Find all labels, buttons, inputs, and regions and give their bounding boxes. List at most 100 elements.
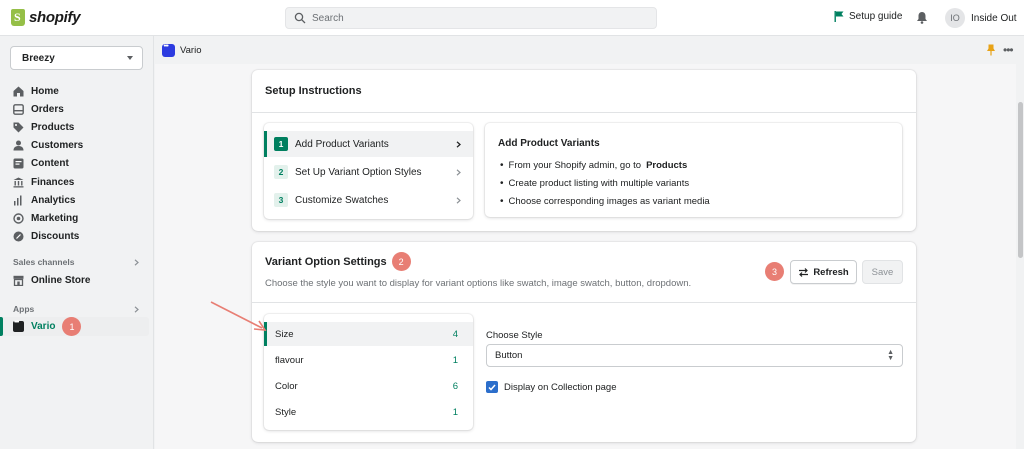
setup-guide-button[interactable]: Setup guide — [834, 11, 902, 22]
sidebar-item-label: Content — [31, 158, 69, 170]
option-name: flavour — [275, 354, 304, 366]
info-text: From your Shopify admin, go to — [508, 159, 642, 171]
save-button[interactable]: Save — [862, 260, 903, 284]
sidebar-item-label: Vario — [31, 321, 56, 332]
discount-icon — [13, 231, 24, 242]
shopify-logo[interactable]: shopify — [11, 9, 81, 26]
search-bar[interactable] — [285, 7, 657, 29]
scrollbar-thumb[interactable] — [1018, 102, 1023, 258]
sidebar-item-label: Analytics — [31, 194, 76, 206]
target-icon — [13, 213, 24, 224]
chevron-right-icon — [456, 196, 461, 204]
bank-icon — [13, 177, 24, 188]
vario-app-icon — [13, 319, 24, 332]
sidebar-item-label: Online Store — [31, 275, 91, 286]
shopify-bag-icon — [11, 9, 25, 26]
refresh-label: Refresh — [813, 266, 849, 278]
app-title: Vario — [162, 43, 202, 57]
sidebar-item-vario[interactable]: Vario 1 — [0, 317, 149, 336]
scrollbar[interactable] — [1016, 64, 1024, 449]
apps-heading[interactable]: Apps — [13, 304, 140, 314]
bell-icon[interactable] — [916, 11, 928, 24]
sidebar-nav: Home Orders Products Customers Content F… — [13, 82, 83, 246]
choose-style-select[interactable]: Button ▲ ▼ — [486, 344, 903, 367]
display-on-collection-checkbox[interactable]: Display on Collection page — [486, 381, 616, 393]
info-item: Choose corresponding images as variant m… — [500, 192, 710, 210]
more-options-icon[interactable]: ••• — [1003, 43, 1014, 57]
sidebar-item-discounts[interactable]: Discounts — [13, 228, 83, 246]
setup-steps-list: 1 Add Product Variants 2 Set Up Variant … — [264, 123, 473, 219]
pin-icon[interactable] — [986, 44, 996, 56]
checkbox-label: Display on Collection page — [504, 381, 617, 393]
caret-down-icon — [127, 56, 133, 60]
store-name: Breezy — [22, 52, 55, 64]
step-label: Customize Swatches — [295, 194, 389, 206]
sidebar-item-label: Products — [31, 121, 75, 133]
app-header: Vario ••• — [155, 36, 1024, 64]
avatar: IO — [945, 8, 965, 28]
sidebar-item-online-store[interactable]: Online Store — [13, 275, 90, 286]
select-arrows-icon: ▲ ▼ — [887, 348, 894, 362]
variant-option-item[interactable]: Size 4 — [264, 322, 473, 346]
chevron-right-icon — [456, 168, 461, 176]
sales-channels-heading[interactable]: Sales channels — [13, 257, 140, 267]
home-icon — [13, 86, 24, 97]
variant-option-item[interactable]: Color 6 — [264, 374, 473, 398]
card-title: Setup Instructions — [265, 85, 362, 97]
sidebar-item-label: Home — [31, 85, 59, 97]
sidebar-item-products[interactable]: Products — [13, 118, 83, 136]
step-number: 3 — [274, 193, 288, 207]
divider — [252, 302, 916, 303]
variant-option-item[interactable]: flavour 1 — [264, 348, 473, 372]
flag-icon — [834, 11, 844, 22]
setup-step[interactable]: 3 Customize Swatches — [264, 187, 473, 213]
variant-option-settings-card: Variant Option Settings 2 Choose the sty… — [252, 242, 916, 442]
option-name: Size — [275, 328, 294, 340]
sidebar: Breezy Home Orders Products Customers Co… — [0, 36, 154, 449]
checkbox-checked-icon[interactable] — [486, 381, 498, 393]
setup-guide-label: Setup guide — [849, 11, 903, 22]
sidebar-item-finances[interactable]: Finances — [13, 173, 83, 191]
sidebar-item-customers[interactable]: Customers — [13, 137, 83, 155]
vario-logo-icon — [162, 43, 175, 57]
person-icon — [13, 140, 24, 151]
card-title: Variant Option Settings — [265, 255, 387, 268]
sidebar-item-label: Finances — [31, 176, 75, 188]
card-title-row: Variant Option Settings 2 — [265, 252, 411, 271]
chevron-right-icon — [134, 258, 139, 266]
brand-name: shopify — [29, 9, 81, 26]
chevron-right-icon — [456, 140, 461, 148]
sidebar-item-label: Marketing — [31, 212, 79, 224]
card-subtitle: Choose the style you want to display for… — [265, 278, 692, 289]
info-list: From your Shopify admin, go to Products C… — [500, 156, 710, 210]
bar-chart-icon — [14, 195, 22, 206]
sidebar-item-home[interactable]: Home — [13, 82, 83, 100]
info-text: Create product listing with multiple var… — [508, 177, 690, 189]
chevron-right-icon — [134, 305, 139, 313]
info-bold-text: Products — [646, 159, 688, 171]
selected-style: Button — [495, 350, 523, 361]
choose-style-label: Choose Style — [486, 330, 543, 341]
sidebar-item-label: Discounts — [31, 231, 80, 243]
option-count: 6 — [452, 380, 458, 392]
sidebar-item-marketing[interactable]: Marketing — [13, 209, 83, 227]
option-name: Color — [275, 380, 298, 392]
user-menu[interactable]: IO Inside Out — [945, 8, 1017, 28]
store-selector[interactable]: Breezy — [10, 46, 143, 70]
app-title-label: Vario — [180, 45, 202, 56]
sidebar-item-analytics[interactable]: Analytics — [13, 191, 83, 209]
sidebar-item-label: Customers — [31, 140, 84, 152]
setup-step[interactable]: 1 Add Product Variants — [264, 131, 473, 157]
step-badge: 1 — [62, 317, 82, 336]
info-item: From your Shopify admin, go to Products — [500, 156, 710, 174]
step-label: Add Product Variants — [295, 138, 389, 150]
divider — [252, 112, 916, 113]
refresh-button[interactable]: Refresh — [790, 260, 857, 284]
variant-option-item[interactable]: Style 1 — [264, 400, 473, 424]
sidebar-item-content[interactable]: Content — [13, 155, 83, 173]
search-input[interactable] — [312, 12, 612, 24]
setup-step[interactable]: 2 Set Up Variant Option Styles — [264, 159, 473, 185]
sidebar-item-orders[interactable]: Orders — [13, 100, 83, 118]
info-text: Choose corresponding images as variant m… — [508, 195, 710, 207]
content-icon — [13, 158, 24, 169]
